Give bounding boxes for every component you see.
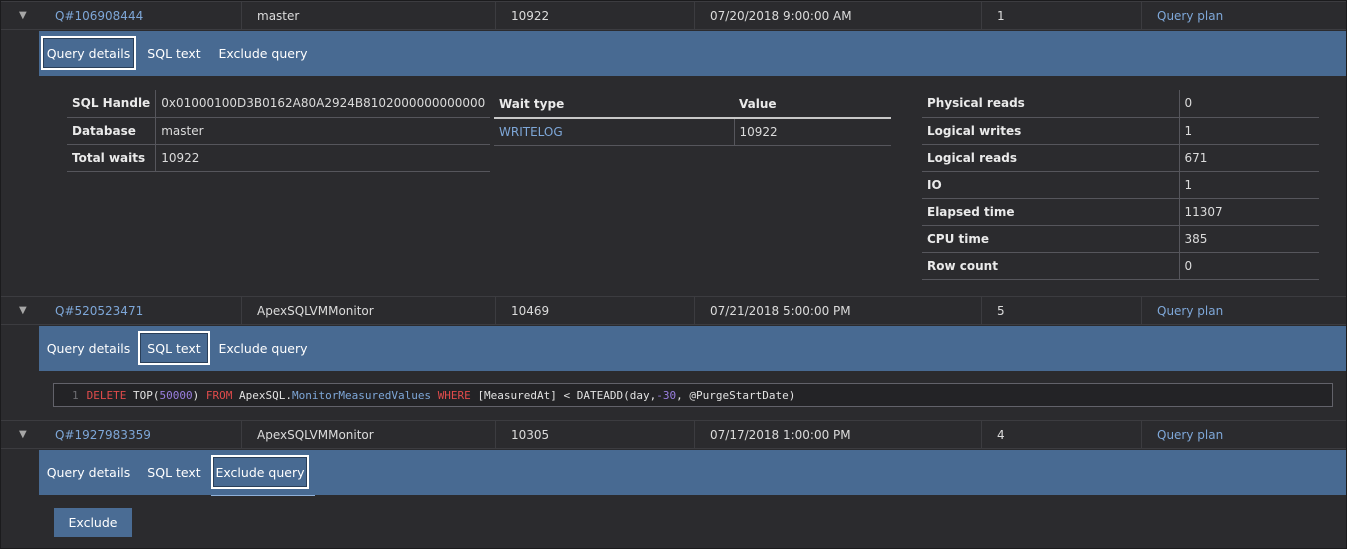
tab-bar: Query details SQL text Exclude query <box>39 450 1346 496</box>
sql-object: MonitorMeasuredValues <box>291 388 432 402</box>
chevron-down-icon[interactable]: ▼ <box>19 297 27 324</box>
sql-handle-label: SQL Handle <box>67 90 157 118</box>
database-cell: ApexSQLVMMonitor <box>242 421 496 448</box>
query-stats-table: Physical reads 0 Logical writes 1 Logical … <box>922 90 1319 280</box>
sql-keyword: DELETE <box>86 388 127 402</box>
database-cell: master <box>242 2 496 29</box>
query-id-link[interactable]: Q#1927983359 <box>40 421 242 448</box>
table-row: Row count 0 <box>922 252 1319 280</box>
query-summary-table: SQL Handle 0x01000100D3B0162A80A2924B810… <box>67 90 491 172</box>
query-details-panel: SQL Handle 0x01000100D3B0162A80A2924B810… <box>1 76 1346 296</box>
sql-keyword: WHERE <box>437 388 471 402</box>
elapsed-time-value: 11307 <box>1179 198 1319 226</box>
database-value: master <box>155 117 491 145</box>
table-row: SQL Handle 0x01000100D3B0162A80A2924B810… <box>67 90 491 118</box>
total-waits-cell: 10922 <box>496 2 695 29</box>
sql-text: TOP( <box>133 388 160 402</box>
sql-text: , @PurgeStartDate) <box>676 388 796 402</box>
time-cell: 07/17/2018 1:00:00 PM <box>695 421 982 448</box>
table-row: IO 1 <box>922 171 1319 199</box>
time-cell: 07/21/2018 5:00:00 PM <box>695 297 982 324</box>
sql-code-viewer[interactable]: 1 DELETE TOP(50000) FROM ApexSQL. Monitor… <box>53 383 1333 407</box>
wait-type-link[interactable]: WRITELOG <box>494 118 735 146</box>
tab-exclude-query[interactable]: Exclude query <box>211 455 309 489</box>
sql-handle-value: 0x01000100D3B0162A80A2924B81020000000000… <box>155 90 491 118</box>
logical-writes-value: 1 <box>1179 117 1319 145</box>
chevron-down-icon[interactable]: ▼ <box>19 421 27 448</box>
table-row[interactable]: ▼ Q#106908444 master 10922 07/20/2018 9:… <box>1 1 1346 30</box>
total-waits-cell: 10469 <box>496 297 695 324</box>
chevron-down-icon[interactable]: ▼ <box>19 2 27 29</box>
query-list: ▼ Q#106908444 master 10922 07/20/2018 9:… <box>0 0 1347 549</box>
sql-number: 50000 <box>159 388 193 402</box>
value-header: Value <box>734 90 891 119</box>
elapsed-time-label: Elapsed time <box>922 198 1180 226</box>
tab-sql-text[interactable]: SQL text <box>138 331 210 365</box>
table-row: Database master <box>67 117 491 145</box>
wait-type-table: Wait type Value WRITELOG 10922 <box>494 90 891 146</box>
database-label: Database <box>67 117 157 145</box>
line-number: 1 <box>72 388 79 402</box>
time-cell: 07/20/2018 9:00:00 AM <box>695 2 982 29</box>
count-cell: 1 <box>982 2 1142 29</box>
table-row: Logical writes 1 <box>922 117 1319 145</box>
total-waits-value: 10922 <box>155 144 491 172</box>
cpu-time-label: CPU time <box>922 225 1180 253</box>
tab-exclude-query[interactable]: Exclude query <box>212 331 314 365</box>
tab-bar: Query details SQL text Exclude query <box>39 31 1346 76</box>
physical-reads-value: 0 <box>1179 90 1319 118</box>
table-row: WRITELOG 10922 <box>494 118 891 146</box>
cpu-time-value: 385 <box>1179 225 1319 253</box>
wait-type-header: Wait type <box>494 90 734 119</box>
wait-value: 10922 <box>734 118 891 146</box>
sql-number: -30 <box>656 388 677 402</box>
tab-exclude-query[interactable]: Exclude query <box>212 36 314 70</box>
count-cell: 4 <box>982 421 1142 448</box>
query-id-link[interactable]: Q#106908444 <box>40 2 242 29</box>
io-value: 1 <box>1179 171 1319 199</box>
table-row[interactable]: ▼ Q#520523471 ApexSQLVMMonitor 10469 07/… <box>1 296 1346 325</box>
tab-underline <box>211 495 315 496</box>
tab-query-details[interactable]: Query details <box>41 331 136 365</box>
total-waits-label: Total waits <box>67 144 157 172</box>
io-label: IO <box>922 171 1180 199</box>
exclude-button[interactable]: Exclude <box>54 508 132 537</box>
query-id-link[interactable]: Q#520523471 <box>40 297 242 324</box>
tab-sql-text[interactable]: SQL text <box>138 455 210 489</box>
sql-text: ) <box>192 388 200 402</box>
row-count-value: 0 <box>1179 252 1319 280</box>
physical-reads-label: Physical reads <box>922 90 1180 118</box>
table-row: Logical reads 671 <box>922 144 1319 172</box>
logical-reads-label: Logical reads <box>922 144 1180 172</box>
database-cell: ApexSQLVMMonitor <box>242 297 496 324</box>
sql-text: [MeasuredAt] < DATEADD(day, <box>477 388 657 402</box>
count-cell: 5 <box>982 297 1142 324</box>
tab-sql-text[interactable]: SQL text <box>138 36 210 70</box>
query-plan-link[interactable]: Query plan <box>1142 2 1346 29</box>
query-plan-link[interactable]: Query plan <box>1142 297 1346 324</box>
table-row: Physical reads 0 <box>922 90 1319 118</box>
table-row: CPU time 385 <box>922 225 1319 253</box>
logical-reads-value: 671 <box>1179 144 1319 172</box>
tab-bar: Query details SQL text Exclude query <box>39 326 1346 371</box>
table-row[interactable]: ▼ Q#1927983359 ApexSQLVMMonitor 10305 07… <box>1 420 1346 449</box>
logical-writes-label: Logical writes <box>922 117 1180 145</box>
table-row: Total waits 10922 <box>67 144 491 172</box>
table-row: Elapsed time 11307 <box>922 198 1319 226</box>
table-header: Wait type Value <box>494 90 891 119</box>
sql-keyword: FROM <box>205 388 233 402</box>
sql-schema: ApexSQL. <box>239 388 292 402</box>
total-waits-cell: 10305 <box>496 421 695 448</box>
row-count-label: Row count <box>922 252 1180 280</box>
tab-query-details[interactable]: Query details <box>41 36 136 70</box>
tab-query-details[interactable]: Query details <box>41 455 136 489</box>
query-plan-link[interactable]: Query plan <box>1142 421 1346 448</box>
